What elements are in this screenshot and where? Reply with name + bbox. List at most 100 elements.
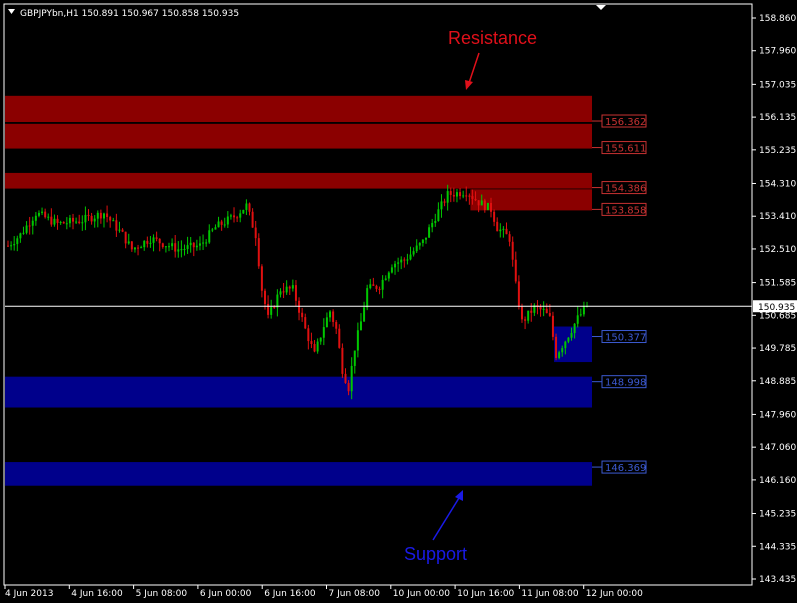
- candle-body-90: [285, 286, 288, 293]
- candle-body-30: [99, 212, 102, 219]
- candle-body-165: [517, 281, 520, 307]
- candle-body-168: [527, 310, 530, 321]
- resistance-label: Resistance: [448, 28, 537, 48]
- candle-body-8: [31, 220, 34, 226]
- candle-body-113: [356, 330, 359, 351]
- candle-body-29: [96, 212, 99, 219]
- candle-body-91: [288, 286, 291, 289]
- price-chart[interactable]: 156.362 155.611 154.386 153.858 150.377 148.9…: [0, 0, 797, 603]
- candle-body-115: [363, 307, 366, 322]
- candle-body-133: [418, 242, 421, 246]
- candle-body-35: [115, 220, 118, 231]
- candle-body-38: [124, 231, 127, 244]
- candle-body-126: [397, 262, 400, 264]
- candle-body-116: [366, 288, 369, 308]
- candle-body-27: [90, 215, 93, 222]
- candle-body-79: [251, 211, 254, 228]
- resistance-zone-label-1: 155.611: [605, 144, 646, 155]
- candle-body-65: [208, 230, 211, 243]
- candle-body-85: [270, 307, 273, 315]
- support-zone-label-0: 150.377: [605, 333, 646, 344]
- candle-body-59: [189, 242, 192, 246]
- candle-body-51: [164, 246, 167, 248]
- candle-body-147: [462, 195, 465, 197]
- candle-body-68: [217, 221, 220, 228]
- candle-body-138: [434, 220, 437, 223]
- candle-body-74: [236, 217, 239, 219]
- resistance-zone-0: [5, 95, 592, 123]
- y-tick-label-15: 145.235: [759, 510, 796, 520]
- candle-body-56: [180, 249, 183, 251]
- candle-body-157: [493, 211, 496, 222]
- candle-body-19: [65, 223, 68, 225]
- candle-body-23: [78, 221, 81, 224]
- candle-body-164: [514, 259, 517, 282]
- candle-body-121: [381, 279, 384, 290]
- candle-body-6: [25, 225, 28, 233]
- candle-body-7: [28, 225, 31, 227]
- y-tick-label-5: 154.310: [759, 179, 796, 189]
- resistance-zone-label-3: 153.858: [605, 205, 646, 216]
- y-tick-label-14: 146.160: [759, 476, 796, 486]
- candle-body-86: [273, 307, 276, 309]
- candle-body-64: [205, 242, 208, 244]
- candle-body-176: [551, 315, 554, 337]
- candle-body-111: [350, 365, 353, 392]
- candle-body-154: [483, 200, 486, 211]
- candle-body-75: [239, 213, 242, 218]
- candle-body-109: [344, 373, 347, 383]
- y-tick-label-11: 148.885: [759, 377, 796, 387]
- candle-body-119: [375, 285, 378, 289]
- candle-body-28: [93, 218, 96, 222]
- candle-body-41: [133, 247, 136, 250]
- support-zone-2: [5, 462, 592, 486]
- candle-body-49: [158, 238, 161, 244]
- candle-body-128: [403, 259, 406, 261]
- y-tick-label-3: 156.135: [759, 113, 796, 123]
- candle-body-160: [502, 228, 505, 230]
- candle-body-181: [567, 337, 570, 342]
- y-tick-label-2: 157.035: [759, 80, 796, 90]
- candle-body-71: [226, 216, 229, 225]
- x-tick-label-4: 6 Jun 16:00: [264, 589, 316, 599]
- candle-body-169: [530, 310, 533, 313]
- candle-body-3: [16, 238, 19, 245]
- candle-body-92: [291, 285, 294, 289]
- candle-body-63: [202, 242, 205, 244]
- support-arrow: [432, 497, 460, 541]
- candle-body-10: [37, 212, 40, 216]
- candle-body-106: [335, 321, 338, 329]
- candle-body-102: [322, 327, 325, 338]
- candle-body-88: [279, 291, 282, 295]
- candle-body-137: [431, 222, 434, 228]
- candle-body-95: [301, 312, 304, 318]
- candle-body-1: [10, 245, 13, 247]
- candle-body-100: [316, 341, 319, 352]
- shift-marker-icon[interactable]: [596, 5, 606, 10]
- candle-body-2: [13, 244, 16, 246]
- candle-body-40: [130, 241, 133, 250]
- x-tick-label-0: 4 Jun 2013: [5, 589, 53, 599]
- chart-menu-triangle-icon[interactable]: [8, 9, 15, 14]
- candles-layer: [7, 184, 588, 400]
- candle-body-13: [47, 216, 50, 218]
- candle-body-70: [223, 224, 226, 226]
- candle-body-140: [440, 201, 443, 210]
- candle-body-32: [106, 213, 109, 217]
- candle-body-9: [34, 215, 37, 221]
- x-tick-label-8: 11 Jun 08:00: [521, 589, 578, 599]
- candle-body-146: [459, 192, 462, 197]
- candle-body-141: [443, 201, 446, 203]
- candle-body-105: [332, 311, 335, 322]
- candle-body-58: [186, 245, 189, 250]
- candle-body-143: [449, 191, 452, 195]
- candle-body-153: [480, 200, 483, 206]
- candle-body-135: [424, 237, 427, 240]
- candle-body-144: [452, 194, 455, 197]
- candle-body-11: [41, 211, 44, 213]
- y-tick-label-12: 147.960: [759, 410, 796, 420]
- candle-body-50: [161, 243, 164, 248]
- candle-body-16: [56, 218, 59, 223]
- candle-body-67: [214, 227, 217, 230]
- symbol-info: GBPJPYbn,H1 150.891 150.967 150.858 150.…: [20, 9, 239, 19]
